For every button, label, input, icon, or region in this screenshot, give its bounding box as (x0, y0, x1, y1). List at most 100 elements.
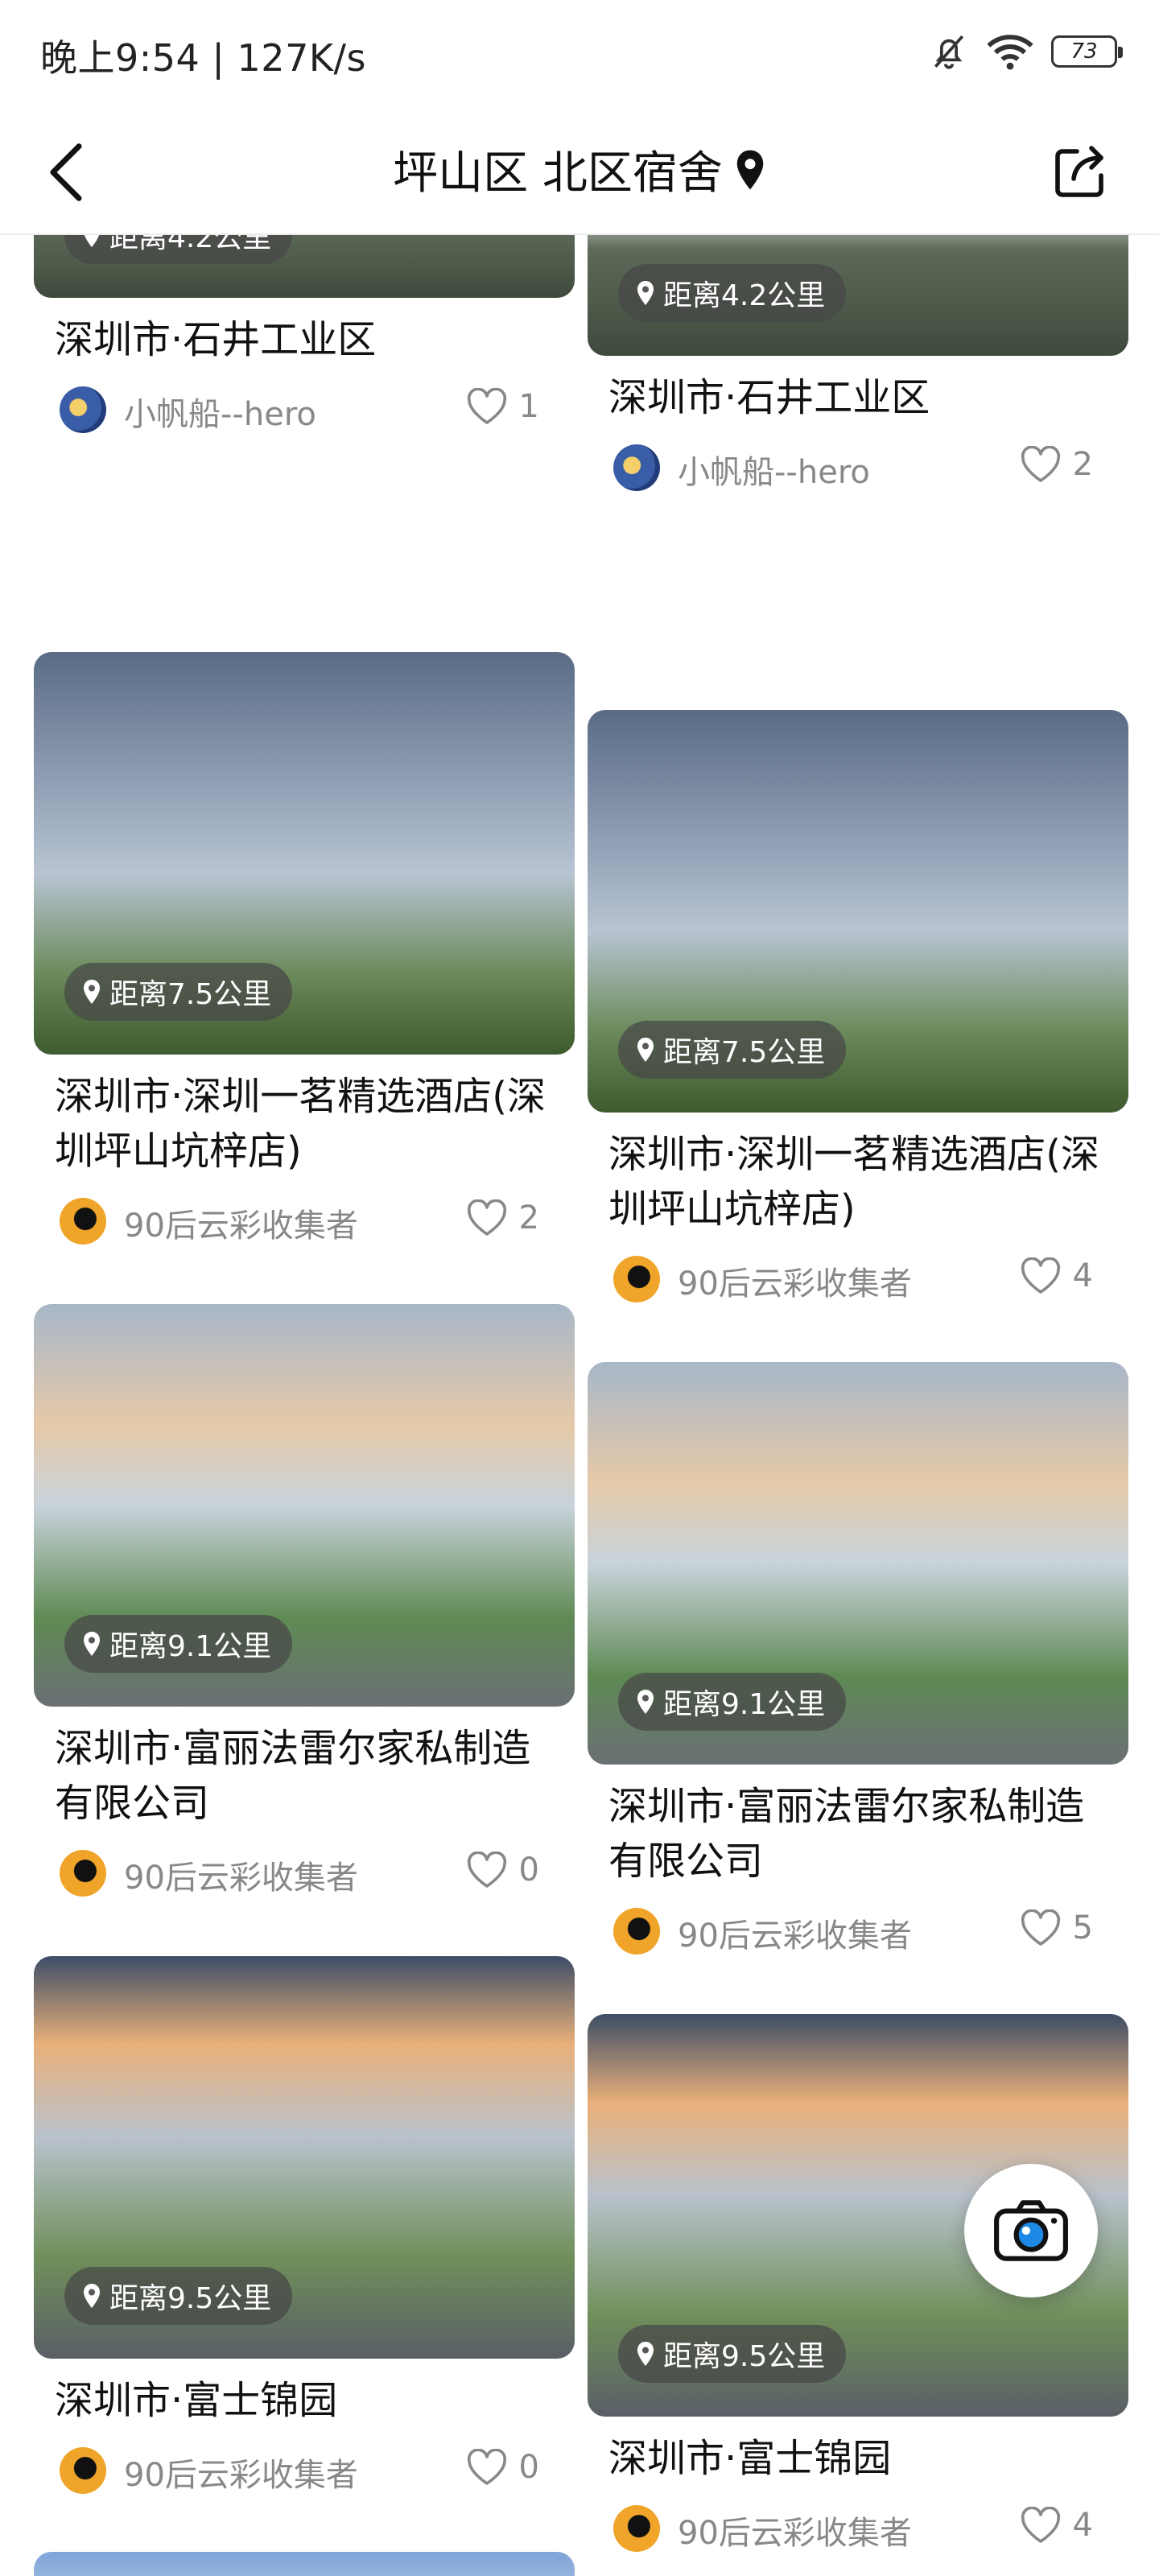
share-icon (1055, 146, 1103, 197)
feed-card[interactable]: 距离4.2公里 深圳市·石井工业区 小帆船--hero 1 (34, 235, 575, 444)
status-bar: 晚上9:54 | 127K/s 73 (0, 0, 1159, 105)
like-button[interactable]: 1 (466, 388, 539, 425)
page-title: 坪山区 北区宿舍 (0, 137, 1159, 202)
distance-text: 距离4.2公里 (663, 279, 826, 312)
mute-bell-icon (934, 35, 964, 69)
card-meta: 90后云彩收集者 0 (34, 2433, 575, 2505)
card-photo[interactable]: 距离4.2公里 (588, 235, 1128, 356)
distance-badge: 距离9.1公里 (618, 1673, 847, 1731)
distance-text: 距离4.2公里 (109, 235, 272, 254)
avatar[interactable] (613, 2505, 660, 2552)
feed-card[interactable]: 距离4.2公里 深圳市·石井工业区 小帆船--hero 2 (588, 235, 1128, 502)
like-count: 4 (1072, 2507, 1093, 2544)
feed-card[interactable]: 距离9.1公里 深圳市·富丽法雷尔家私制造有限公司 90后云彩收集者 5 (588, 1362, 1128, 1966)
like-button[interactable]: 0 (466, 1852, 539, 1889)
card-title[interactable]: 深圳市·富士锦园 (608, 2431, 1116, 2486)
avatar[interactable] (613, 444, 660, 491)
heart-outline-icon (467, 1852, 506, 1888)
like-count: 1 (518, 388, 539, 425)
location-pin-icon (84, 980, 100, 1004)
like-button[interactable]: 4 (1020, 2507, 1093, 2544)
avatar[interactable] (60, 2447, 106, 2494)
card-title[interactable]: 深圳市·深圳一茗精选酒店(深圳坪山坑梓店) (608, 1127, 1116, 1236)
heart-outline-icon (467, 388, 506, 424)
author-name[interactable]: 90后云彩收集者 (124, 2449, 358, 2496)
location-pin-icon (637, 1690, 654, 1714)
feed-card[interactable]: 距离9.1公里 深圳市·富丽法雷尔家私制造有限公司 90后云彩收集者 0 (34, 1304, 575, 1908)
like-button[interactable]: 2 (1020, 446, 1093, 483)
heart-outline-icon (1021, 446, 1060, 482)
card-title[interactable]: 深圳市·富丽法雷尔家私制造有限公司 (55, 1721, 562, 1831)
card-meta: 小帆船--hero 2 (588, 430, 1128, 502)
card-photo[interactable]: 距离4.2公里 (34, 235, 575, 298)
author-name[interactable]: 90后云彩收集者 (678, 1909, 912, 1956)
avatar[interactable] (613, 1908, 660, 1955)
wifi-icon (987, 35, 1033, 70)
camera-icon (994, 2200, 1068, 2261)
location-pin-icon (84, 235, 100, 247)
author-name[interactable]: 90后云彩收集者 (678, 2507, 912, 2553)
feed-card[interactable]: 距离7.5公里 深圳市·深圳一茗精选酒店(深圳坪山坑梓店) 90后云彩收集者 2 (34, 652, 575, 1256)
distance-badge: 距离4.2公里 (618, 264, 847, 322)
location-pin-icon (637, 2342, 654, 2366)
like-count: 0 (518, 2449, 539, 2486)
card-photo[interactable]: 距离7.5公里 (588, 710, 1128, 1113)
distance-badge: 距离7.5公里 (64, 963, 293, 1021)
card-title[interactable]: 深圳市·石井工业区 (55, 312, 562, 367)
heart-outline-icon (1021, 1257, 1060, 1294)
feed-card[interactable]: 距离9.5公里 深圳市·富士锦园 90后云彩收集者 0 (34, 1956, 575, 2505)
card-photo[interactable]: 距离9.1公里 (588, 1362, 1128, 1765)
card-title[interactable]: 深圳市·深圳一茗精选酒店(深圳坪山坑梓店) (55, 1069, 562, 1179)
author-name[interactable]: 90后云彩收集者 (678, 1257, 912, 1304)
like-button[interactable]: 2 (466, 1199, 539, 1236)
location-pin-icon (637, 281, 654, 305)
author-name[interactable]: 小帆船--hero (124, 388, 316, 435)
like-count: 2 (518, 1199, 539, 1236)
status-icons: 73 (929, 29, 1123, 74)
nav-bar: 坪山区 北区宿舍 (0, 113, 1159, 235)
card-meta: 90后云彩收集者 5 (588, 1893, 1128, 1966)
distance-text: 距离9.5公里 (663, 2340, 826, 2373)
heart-outline-icon (1021, 1909, 1060, 1946)
share-button[interactable] (1048, 140, 1112, 204)
card-photo[interactable]: 距离9.1公里 (34, 1304, 575, 1707)
battery-level: 73 (1070, 39, 1098, 64)
camera-button[interactable] (964, 2164, 1098, 2297)
like-button[interactable]: 0 (466, 2449, 539, 2486)
distance-text: 距离7.5公里 (663, 1036, 826, 1069)
heart-outline-icon (467, 1199, 506, 1236)
author-name[interactable]: 小帆船--hero (678, 446, 870, 493)
avatar[interactable] (60, 386, 106, 433)
feed-card[interactable]: 距离7.5公里 深圳市·深圳一茗精选酒店(深圳坪山坑梓店) 90后云彩收集者 4 (588, 710, 1128, 1314)
distance-badge: 距离9.1公里 (64, 1615, 293, 1673)
distance-text: 距离9.5公里 (109, 2282, 272, 2315)
distance-badge: 距离9.5公里 (618, 2325, 847, 2383)
card-title[interactable]: 深圳市·富士锦园 (55, 2373, 562, 2428)
card-photo-peek[interactable] (34, 2552, 575, 2576)
avatar[interactable] (60, 1198, 106, 1245)
location-pin-icon (637, 1038, 654, 1062)
author-name[interactable]: 90后云彩收集者 (124, 1199, 358, 1246)
like-button[interactable]: 5 (1020, 1909, 1093, 1946)
card-photo[interactable]: 距离9.5公里 (34, 1956, 575, 2359)
heart-outline-icon (1021, 2507, 1060, 2543)
avatar[interactable] (613, 1256, 660, 1302)
like-button[interactable]: 4 (1020, 1257, 1093, 1294)
location-pin-icon (84, 2284, 100, 2308)
distance-text: 距离9.1公里 (109, 1630, 272, 1663)
heart-outline-icon (467, 2449, 506, 2485)
like-count: 2 (1072, 446, 1093, 483)
location-pin-icon (84, 1632, 100, 1656)
like-count: 5 (1072, 1909, 1093, 1946)
author-name[interactable]: 90后云彩收集者 (124, 1852, 358, 1898)
distance-badge: 距离9.5公里 (64, 2267, 293, 2325)
card-meta: 90后云彩收集者 4 (588, 2491, 1128, 2563)
like-count: 4 (1072, 1257, 1093, 1294)
card-meta: 小帆船--hero 1 (34, 372, 575, 444)
distance-text: 距离7.5公里 (109, 978, 272, 1011)
card-meta: 90后云彩收集者 4 (588, 1241, 1128, 1314)
avatar[interactable] (60, 1850, 106, 1897)
card-title[interactable]: 深圳市·石井工业区 (608, 370, 1116, 425)
card-photo[interactable]: 距离7.5公里 (34, 652, 575, 1055)
card-title[interactable]: 深圳市·富丽法雷尔家私制造有限公司 (608, 1779, 1116, 1889)
